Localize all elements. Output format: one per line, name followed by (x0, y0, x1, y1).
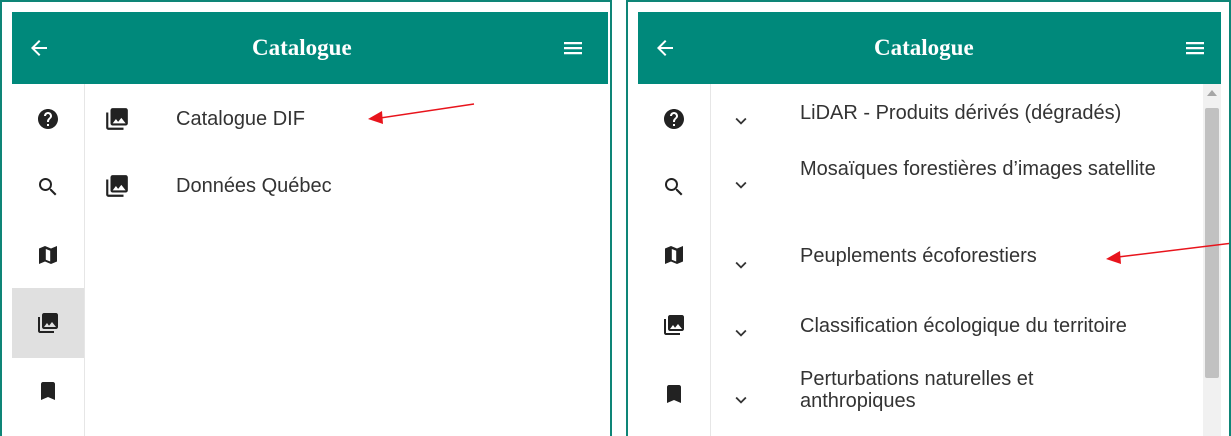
sidebar (12, 84, 85, 436)
sidebar-item-help[interactable] (638, 84, 710, 154)
sidebar-item-bookmarks[interactable] (12, 356, 84, 426)
list-item-perturbations[interactable]: Perturbations naturelles et anthropiques (710, 364, 1200, 424)
list-item-donnees-quebec[interactable]: Données Québec (84, 169, 584, 209)
chevron-down-icon[interactable] (730, 322, 752, 344)
back-arrow-icon[interactable] (652, 36, 678, 60)
bookmark-icon (662, 382, 686, 406)
search-icon (36, 175, 60, 199)
chevron-down-icon[interactable] (730, 110, 752, 132)
scroll-up-arrow-icon[interactable] (1207, 90, 1217, 96)
photo-library-icon (104, 173, 130, 199)
sidebar-item-catalogue[interactable] (12, 288, 84, 358)
chevron-down-icon[interactable] (730, 254, 752, 276)
map-icon (662, 243, 686, 267)
header-bar: Catalogue (12, 12, 608, 84)
list-item-catalogue-dif[interactable]: Catalogue DIF (84, 102, 584, 142)
sidebar-item-catalogue[interactable] (638, 290, 710, 360)
list-item-label: Perturbations naturelles et anthropiques (800, 368, 1034, 412)
list-item-lidar[interactable]: LiDAR - Produits dérivés (dégradés) (710, 90, 1200, 140)
photo-library-icon (662, 313, 686, 337)
help-icon (36, 107, 60, 131)
sidebar (638, 84, 711, 436)
list-item-label: Catalogue DIF (176, 108, 305, 130)
list-item-label: Données Québec (176, 175, 332, 197)
menu-icon[interactable] (1182, 36, 1208, 60)
sidebar-item-search[interactable] (638, 152, 710, 222)
header-bar: Catalogue (638, 12, 1221, 84)
sidebar-item-map[interactable] (12, 220, 84, 290)
catalogue-panel-right: Catalogue LiDAR - Produits dérivés (dégr… (626, 0, 1231, 436)
chevron-down-icon[interactable] (730, 174, 752, 196)
list-item-label: Classification écologique du territoire (800, 315, 1127, 337)
header-title: Catalogue (252, 35, 352, 60)
sidebar-item-map[interactable] (638, 220, 710, 290)
sidebar-item-bookmarks[interactable] (638, 359, 710, 429)
bookmark-icon (36, 379, 60, 403)
list-item-classification[interactable]: Classification écologique du territoire (710, 302, 1200, 352)
scrollbar[interactable] (1203, 84, 1221, 436)
sidebar-item-search[interactable] (12, 152, 84, 222)
photo-library-icon (104, 106, 130, 132)
back-arrow-icon[interactable] (26, 36, 52, 60)
list-item-mosaiques[interactable]: Mosaïques forestières d’images satellite (710, 154, 1200, 214)
search-icon (662, 175, 686, 199)
list-item-peuplements[interactable]: Peuplements écoforestiers (710, 234, 1200, 284)
sidebar-item-help[interactable] (12, 84, 84, 154)
help-icon (662, 107, 686, 131)
catalogue-panel-left: Catalogue Catalogue DIF Données Québec (0, 0, 612, 436)
photo-library-icon (36, 311, 60, 335)
list-item-label: Mosaïques forestières d’images satellite (800, 158, 1156, 180)
header-title: Catalogue (874, 35, 974, 60)
list-item-label: Peuplements écoforestiers (800, 245, 1037, 267)
map-icon (36, 243, 60, 267)
menu-icon[interactable] (560, 36, 586, 60)
scrollbar-thumb[interactable] (1205, 108, 1219, 378)
chevron-down-icon[interactable] (730, 389, 752, 411)
list-item-label: LiDAR - Produits dérivés (dégradés) (800, 102, 1122, 124)
